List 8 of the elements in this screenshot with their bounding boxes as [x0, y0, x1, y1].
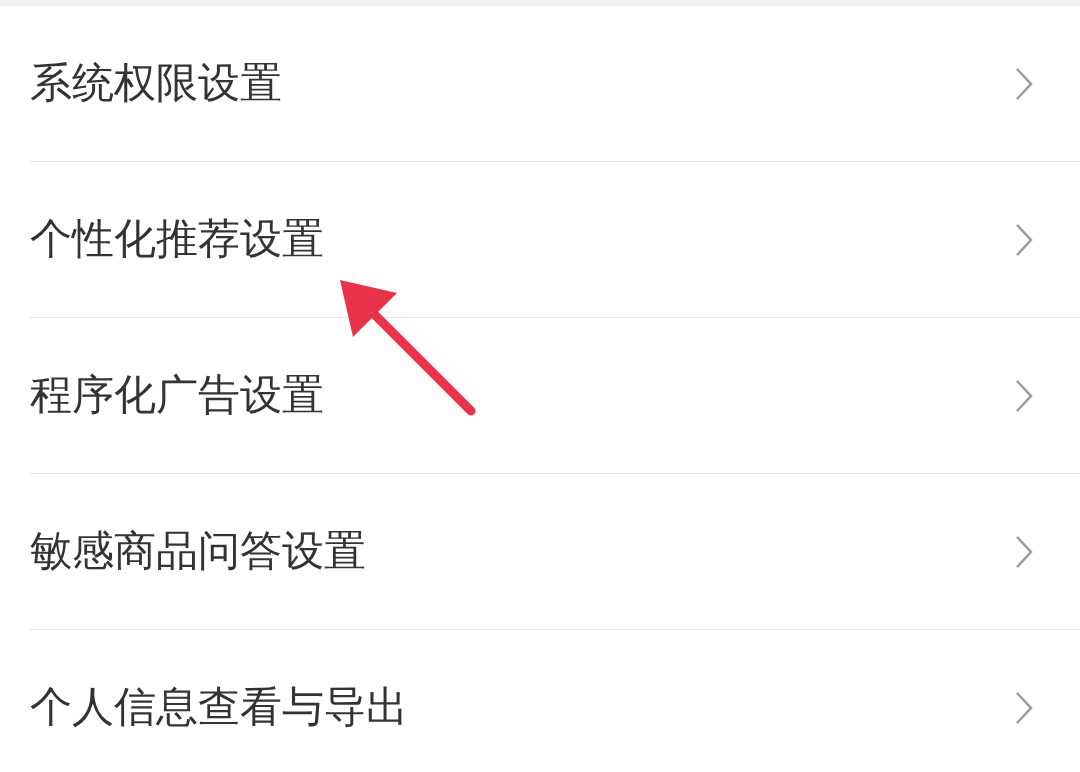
- settings-item[interactable]: 个人信息查看与导出: [30, 630, 1080, 772]
- item-label: 程序化广告设置: [30, 370, 324, 421]
- item-label: 个性化推荐设置: [30, 214, 324, 265]
- settings-item[interactable]: 系统权限设置: [30, 6, 1080, 162]
- item-label: 系统权限设置: [30, 58, 282, 109]
- settings-item[interactable]: 敏感商品问答设置: [30, 474, 1080, 630]
- item-label: 个人信息查看与导出: [30, 682, 408, 733]
- item-label: 敏感商品问答设置: [30, 526, 366, 577]
